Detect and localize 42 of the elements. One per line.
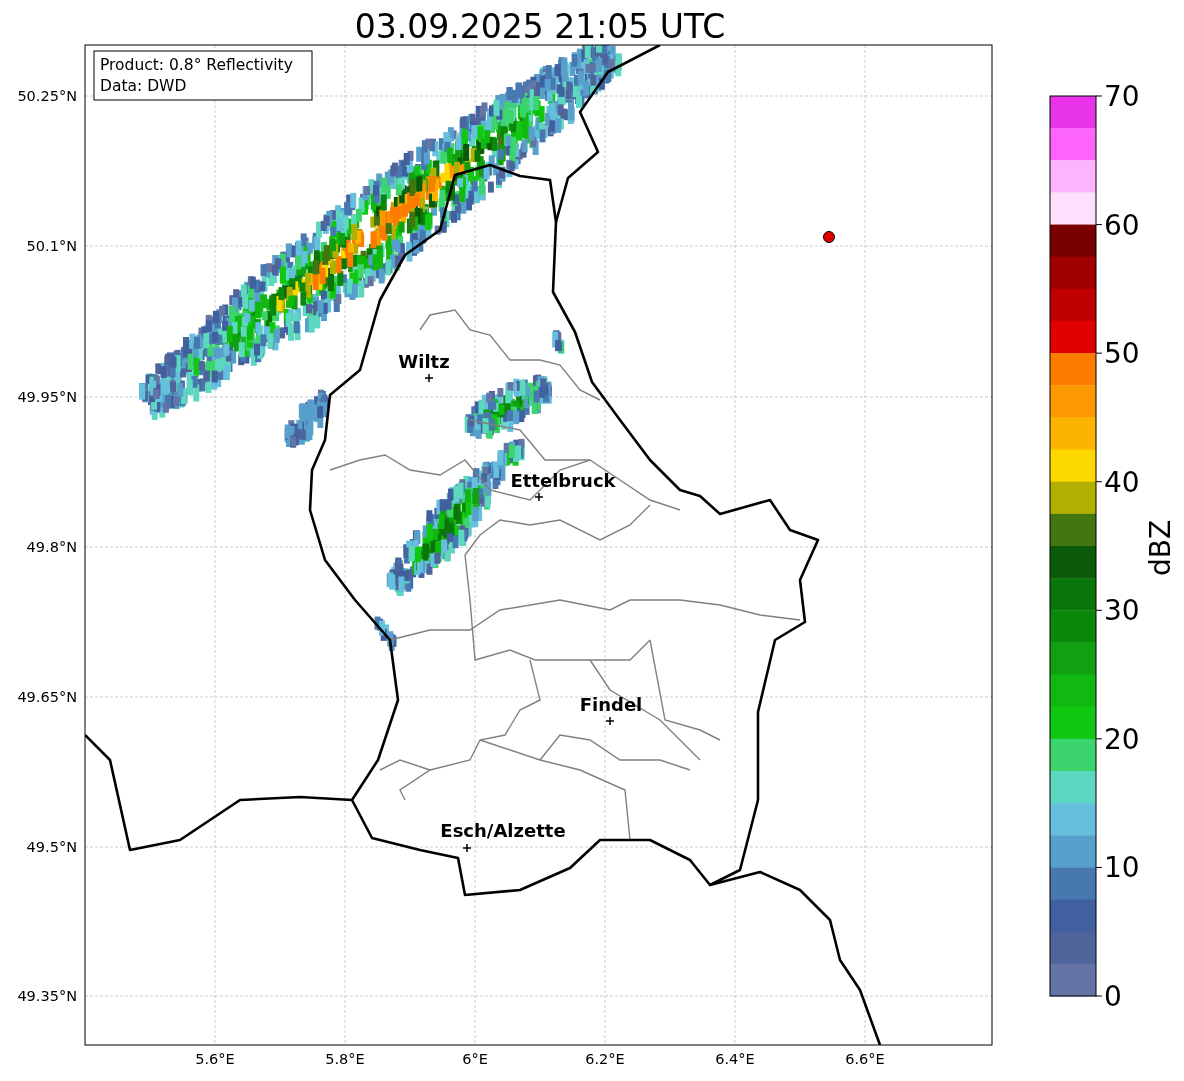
colorbar-tick-label: 30 [1104,594,1140,628]
tick-mark [1095,95,1103,97]
colorbar-label: dBZ [1144,519,1177,577]
city-label: Findel [579,694,643,715]
latitude-label: 49.35°N [17,988,77,1004]
colorbar-tick-label: 40 [1104,465,1140,499]
info-text: Product: 0.8° Reflectivity [100,56,293,74]
longitude-label: 5.8°E [325,1051,365,1067]
tick-mark [1095,738,1103,740]
latitude-label: 49.95°N [17,389,77,405]
city-label: Ettelbruck [510,470,616,491]
info-text: Data: DWD [100,77,187,95]
tick-mark [1095,866,1103,868]
city-label: Esch/Alzette [440,820,566,841]
tick-mark [1095,609,1103,611]
tick-mark [1095,481,1103,483]
city-marker-icon [462,843,472,853]
city-label: Wiltz [398,351,450,372]
latitude-label: 49.8°N [26,539,77,555]
colorbar-tick-label: 10 [1104,851,1140,885]
latitude-label: 50.25°N [17,88,77,104]
city-marker-icon [424,373,434,383]
colorbar-tick-label: 60 [1104,208,1140,242]
longitude-label: 6.2°E [585,1051,625,1067]
longitude-label: 6.4°E [715,1051,755,1067]
tick-mark [1095,352,1103,354]
colorbar-tick-label: 0 [1104,980,1122,1013]
latitude-label: 50.1°N [26,238,77,254]
tick-mark [1095,224,1103,226]
colorbar-tick-label: 70 [1104,80,1140,113]
colorbar-tick-label: 20 [1104,722,1140,756]
chart-title: 03.09.2025 21:05 UTC [354,7,726,46]
latitude-label: 49.5°N [26,839,77,855]
tick-mark [1095,995,1103,997]
longitude-label: 5.6°E [195,1051,235,1067]
latitude-label: 49.65°N [17,689,77,705]
radar-site-marker [823,231,835,243]
city-marker-icon [605,716,615,726]
colorbar-tick-label: 50 [1104,337,1140,371]
longitude-label: 6°E [462,1051,488,1067]
city-marker-icon [534,492,544,502]
longitude-label: 6.6°E [845,1051,885,1067]
